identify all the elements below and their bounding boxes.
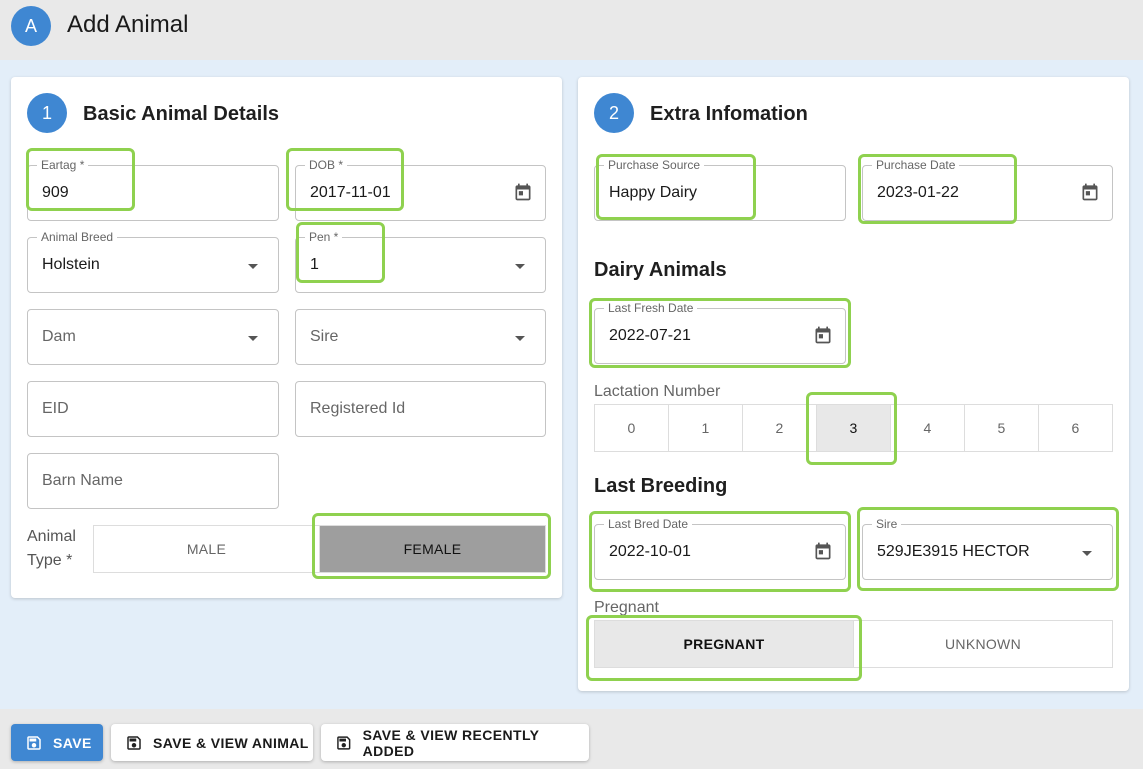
avatar[interactable]: A <box>11 6 51 46</box>
save-icon <box>337 735 351 750</box>
last-breeding-heading: Last Breeding <box>594 475 728 497</box>
save-view-recent-button[interactable]: SAVE & VIEW RECENTLY ADDED <box>321 724 589 761</box>
lactation-option[interactable]: 5 <box>965 405 1039 451</box>
registered-id-field[interactable]: Registered Id <box>295 381 546 437</box>
female-option[interactable]: FEMALE <box>320 526 545 572</box>
eartag-field[interactable]: Eartag * 909 <box>27 158 279 221</box>
chevron-down-icon <box>515 336 525 341</box>
button-label: SAVE & VIEW RECENTLY ADDED <box>362 726 540 759</box>
extra-information-card: 2 Extra Infomation Purchase Source Happy… <box>578 77 1129 691</box>
step-number: 1 <box>27 93 67 133</box>
lactation-number-toggle: 0 1 2 3 4 5 6 <box>594 404 1113 452</box>
chevron-down-icon <box>515 264 525 269</box>
sire-select[interactable]: Sire <box>295 309 546 365</box>
field-placeholder: Dam <box>42 328 76 345</box>
field-label: Animal Breed <box>37 230 118 244</box>
lactation-option[interactable]: 1 <box>669 405 743 451</box>
chevron-down-icon <box>248 264 258 269</box>
last-bred-date-field[interactable]: Last Bred Date 2022-10-01 <box>594 517 846 580</box>
field-value: Happy Dairy <box>609 184 698 201</box>
field-placeholder: Barn Name <box>42 472 123 489</box>
pen-select[interactable]: Pen * 1 <box>295 230 546 293</box>
lactation-option[interactable]: 6 <box>1039 405 1112 451</box>
button-label: SAVE <box>53 734 92 751</box>
field-value: 909 <box>42 184 69 201</box>
save-view-animal-button[interactable]: SAVE & VIEW ANIMAL <box>111 724 313 761</box>
field-value: 1 <box>310 256 319 273</box>
field-placeholder: Sire <box>310 328 339 345</box>
animal-type-toggle: MALE FEMALE <box>93 525 546 573</box>
save-button[interactable]: SAVE <box>11 724 103 761</box>
field-label: Purchase Source <box>604 158 705 172</box>
card-title: Extra Infomation <box>650 103 808 125</box>
field-value: 529JE3915 HECTOR <box>877 543 1030 560</box>
field-value: 2022-07-21 <box>609 327 691 344</box>
animal-type-label: Animal Type * <box>27 528 76 569</box>
field-value: 2023-01-22 <box>877 184 959 201</box>
field-label: Eartag * <box>37 158 89 172</box>
dam-select[interactable]: Dam <box>27 309 279 365</box>
chevron-down-icon <box>1082 551 1092 556</box>
calendar-icon[interactable] <box>813 325 833 345</box>
lactation-option[interactable]: 2 <box>743 405 817 451</box>
field-label: Last Fresh Date <box>604 301 698 315</box>
eid-field[interactable]: EID <box>27 381 279 437</box>
field-label: Last Bred Date <box>604 517 693 531</box>
app-header: A Add Animal <box>0 0 1143 56</box>
calendar-icon[interactable] <box>1080 182 1100 202</box>
last-fresh-date-field[interactable]: Last Fresh Date 2022-07-21 <box>594 301 846 364</box>
field-label: Pen * <box>305 230 343 244</box>
dairy-animals-heading: Dairy Animals <box>594 259 727 281</box>
card-title: Basic Animal Details <box>83 103 280 125</box>
unknown-option[interactable]: UNKNOWN <box>854 621 1112 667</box>
page-title: Add Animal <box>67 11 189 38</box>
field-label: DOB * <box>305 158 348 172</box>
button-label: SAVE & VIEW ANIMAL <box>153 734 309 751</box>
chevron-down-icon <box>248 336 258 341</box>
field-value: Holstein <box>42 256 100 273</box>
pregnant-label: Pregnant <box>594 599 659 616</box>
basic-details-card: 1 Basic Animal Details Eartag * 909 DOB … <box>11 77 562 598</box>
field-label: Sire <box>872 517 902 531</box>
calendar-icon[interactable] <box>813 541 833 561</box>
pregnant-option[interactable]: PREGNANT <box>595 621 854 667</box>
pregnant-toggle: PREGNANT UNKNOWN <box>594 620 1113 668</box>
field-label: Purchase Date <box>872 158 960 172</box>
field-placeholder: EID <box>42 400 69 417</box>
save-icon <box>27 735 41 750</box>
action-bar: SAVE SAVE & VIEW ANIMAL SAVE & VIEW RECE… <box>0 709 1143 769</box>
purchase-date-field[interactable]: Purchase Date 2023-01-22 <box>862 158 1113 221</box>
sire-breeding-select[interactable]: Sire 529JE3915 HECTOR <box>862 517 1113 580</box>
step-number: 2 <box>594 93 634 133</box>
barn-name-field[interactable]: Barn Name <box>27 453 279 509</box>
male-option[interactable]: MALE <box>94 526 320 572</box>
lactation-option[interactable]: 0 <box>595 405 669 451</box>
lactation-option-selected[interactable]: 3 <box>817 405 891 451</box>
breed-select[interactable]: Animal Breed Holstein <box>27 230 279 293</box>
calendar-icon[interactable] <box>513 182 533 202</box>
field-value: 2017-11-01 <box>310 184 391 201</box>
field-placeholder: Registered Id <box>310 400 406 417</box>
purchase-source-field[interactable]: Purchase Source Happy Dairy <box>594 158 846 221</box>
field-value: 2022-10-01 <box>609 543 691 560</box>
dob-field[interactable]: DOB * 2017-11-01 <box>295 158 546 221</box>
lactation-option[interactable]: 4 <box>891 405 965 451</box>
lactation-number-label: Lactation Number <box>594 383 721 400</box>
save-icon <box>127 735 141 750</box>
